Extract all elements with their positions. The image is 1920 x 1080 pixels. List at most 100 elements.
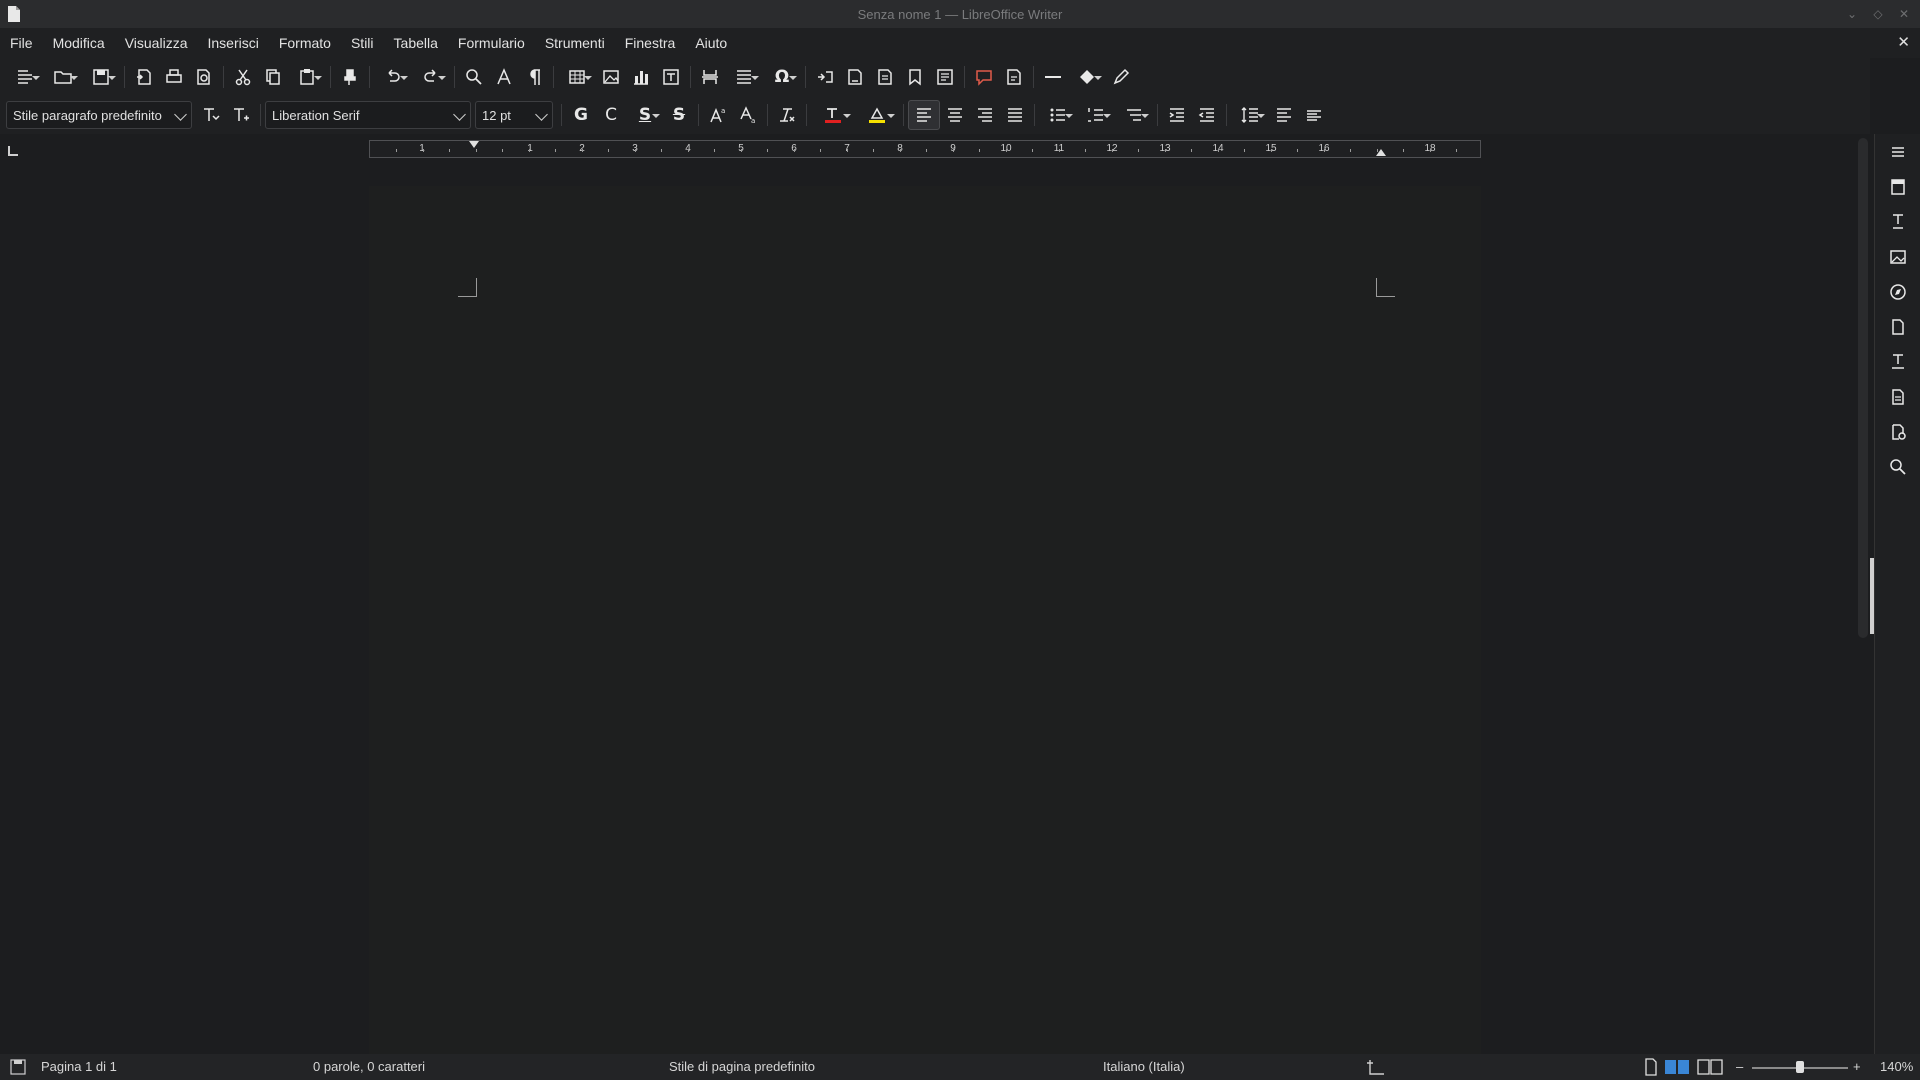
word-count[interactable]: 0 parole, 0 caratteri (313, 1059, 425, 1074)
bookmark-icon[interactable] (900, 63, 930, 91)
menu-modifica[interactable]: Modifica (43, 28, 115, 58)
vertical-scrollbar[interactable] (1858, 138, 1868, 638)
horizontal-ruler[interactable]: 11234567891011121314151618 (369, 140, 1481, 158)
page-count[interactable]: Pagina 1 di 1 (41, 1059, 117, 1074)
justify-icon[interactable] (1000, 101, 1030, 129)
print-icon[interactable] (159, 63, 189, 91)
sidebar-menu-icon[interactable] (1875, 134, 1920, 169)
strikethrough-button[interactable]: S (664, 101, 694, 129)
superscript-icon[interactable]: a (703, 101, 733, 129)
export-pdf-icon[interactable] (129, 63, 159, 91)
language[interactable]: Italiano (Italia) (1103, 1059, 1185, 1074)
page-style[interactable]: Stile di pagina predefinito (669, 1059, 815, 1074)
open-icon[interactable] (44, 63, 82, 91)
font-size-select[interactable]: 12 pt (475, 101, 553, 129)
single-page-view-icon[interactable] (1644, 1058, 1658, 1076)
copy-icon[interactable] (258, 63, 288, 91)
page-icon[interactable] (1875, 309, 1920, 344)
bullet-list-icon[interactable] (1039, 101, 1077, 129)
numbered-list-icon[interactable] (1077, 101, 1115, 129)
tab-stop-selector-icon[interactable] (8, 146, 18, 156)
manage-changes-icon[interactable] (1875, 379, 1920, 414)
find-replace-icon[interactable] (459, 63, 489, 91)
menu-strumenti[interactable]: Strumenti (535, 28, 615, 58)
insert-field-icon[interactable] (725, 63, 763, 91)
minimize-icon[interactable]: ⌄ (1842, 4, 1862, 24)
styles-icon[interactable] (1875, 204, 1920, 239)
page-break-icon[interactable] (695, 63, 725, 91)
formatting-marks-icon[interactable] (519, 63, 549, 91)
paragraph-style-select[interactable]: Stile paragrafo predefinito (6, 101, 192, 129)
cross-reference-icon[interactable] (930, 63, 960, 91)
menu-file[interactable]: File (0, 28, 43, 58)
decrease-indent-icon[interactable] (1192, 101, 1222, 129)
insert-textbox-icon[interactable] (656, 63, 686, 91)
endnote-icon[interactable] (870, 63, 900, 91)
menu-stili[interactable]: Stili (341, 28, 384, 58)
align-center-icon[interactable] (940, 101, 970, 129)
maximize-icon[interactable]: ◇ (1868, 4, 1888, 24)
close-document-icon[interactable]: ✕ (1897, 28, 1910, 58)
comment-icon[interactable] (969, 63, 999, 91)
document-page[interactable] (369, 186, 1481, 1054)
navigator-icon[interactable] (1875, 274, 1920, 309)
new-style-icon[interactable] (226, 101, 256, 129)
menu-inserisci[interactable]: Inserisci (197, 28, 268, 58)
increase-paragraph-spacing-icon[interactable] (1269, 101, 1299, 129)
align-left-icon[interactable] (908, 100, 940, 130)
clear-formatting-icon[interactable] (772, 101, 802, 129)
outline-list-icon[interactable] (1115, 101, 1153, 129)
menu-finestra[interactable]: Finestra (615, 28, 686, 58)
undo-icon[interactable] (374, 63, 412, 91)
close-window-icon[interactable]: ✕ (1894, 4, 1914, 24)
basic-shapes-icon[interactable] (1068, 63, 1106, 91)
save-icon[interactable] (82, 63, 120, 91)
find-icon[interactable] (1875, 449, 1920, 484)
font-name-select[interactable]: Liberation Serif (265, 101, 471, 129)
style-inspector-icon[interactable] (1875, 344, 1920, 379)
underline-button[interactable]: S (626, 101, 664, 129)
hyperlink-icon[interactable] (810, 63, 840, 91)
footnote-icon[interactable] (840, 63, 870, 91)
zoom-in-icon[interactable]: + (1853, 1059, 1861, 1074)
italic-button[interactable]: C (596, 101, 626, 129)
track-changes-icon[interactable] (999, 63, 1029, 91)
properties-icon[interactable] (1875, 169, 1920, 204)
indent-marker[interactable] (469, 141, 479, 148)
zoom-out-icon[interactable]: – (1736, 1059, 1743, 1074)
insert-chart-icon[interactable] (626, 63, 656, 91)
cut-icon[interactable] (228, 63, 258, 91)
clone-formatting-icon[interactable] (335, 63, 365, 91)
design-icon[interactable] (1875, 414, 1920, 449)
redo-icon[interactable] (412, 63, 450, 91)
decrease-paragraph-spacing-icon[interactable] (1299, 101, 1329, 129)
draw-icon[interactable] (1106, 63, 1136, 91)
increase-indent-icon[interactable] (1162, 101, 1192, 129)
gallery-icon[interactable] (1875, 239, 1920, 274)
menu-aiuto[interactable]: Aiuto (685, 28, 737, 58)
book-view-icon[interactable] (1696, 1058, 1724, 1076)
zoom-slider-handle[interactable] (1796, 1061, 1804, 1073)
menu-formulario[interactable]: Formulario (448, 28, 535, 58)
font-color-icon[interactable] (811, 101, 855, 129)
align-right-icon[interactable] (970, 101, 1000, 129)
menu-tabella[interactable]: Tabella (384, 28, 448, 58)
spelling-icon[interactable] (489, 63, 519, 91)
zoom-level[interactable]: 140% (1880, 1059, 1913, 1074)
multi-page-view-icon[interactable] (1664, 1058, 1690, 1076)
highlight-color-icon[interactable] (855, 101, 899, 129)
menu-formato[interactable]: Formato (269, 28, 341, 58)
insert-image-icon[interactable] (596, 63, 626, 91)
special-character-icon[interactable]: Ω (763, 63, 801, 91)
line-spacing-icon[interactable] (1231, 101, 1269, 129)
document-modified-icon[interactable] (10, 1059, 26, 1075)
bold-button[interactable]: G (566, 101, 596, 129)
paste-icon[interactable] (288, 63, 326, 91)
menu-visualizza[interactable]: Visualizza (115, 28, 198, 58)
update-style-icon[interactable] (196, 101, 226, 129)
subscript-icon[interactable]: a (733, 101, 763, 129)
selection-mode-icon[interactable] (1366, 1058, 1388, 1076)
insert-table-icon[interactable] (558, 63, 596, 91)
print-preview-icon[interactable] (189, 63, 219, 91)
new-document-icon[interactable] (6, 63, 44, 91)
